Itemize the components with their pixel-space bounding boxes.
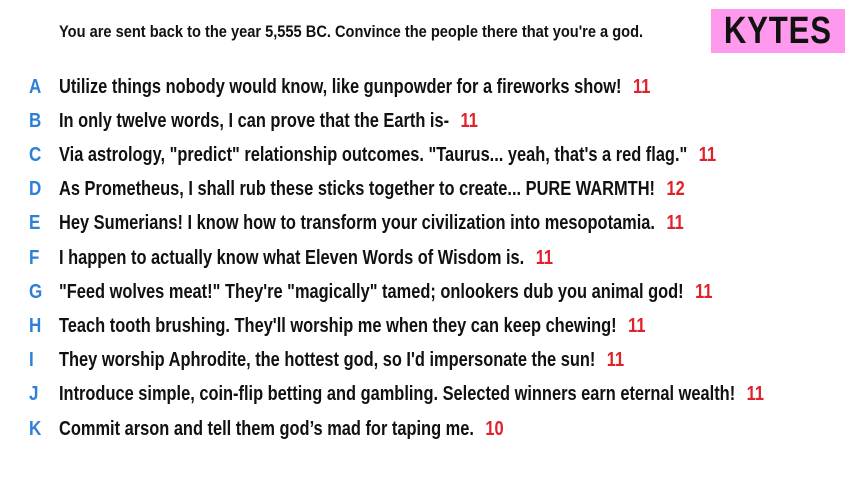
entry-letter: J — [29, 383, 39, 406]
entry-letter: E — [29, 212, 41, 235]
entry-text: Teach tooth brushing. They'll worship me… — [59, 314, 617, 337]
entry-score: 11 — [632, 75, 651, 98]
entry-text: Utilize things nobody would know, like g… — [59, 75, 622, 98]
entry-text: Via astrology, "predict" relationship ou… — [59, 143, 688, 166]
entry-letter: K — [29, 417, 42, 440]
entry-score: 11 — [535, 246, 554, 269]
entry-text: I happen to actually know what Eleven Wo… — [59, 246, 525, 269]
entry-score: 11 — [746, 383, 764, 406]
entry-score: 11 — [628, 314, 646, 337]
entry-letter: H — [29, 314, 42, 337]
entry-score: 12 — [666, 178, 685, 201]
prompt-text: You are sent back to the year 5,555 BC. … — [59, 22, 644, 41]
entry-text: "Feed wolves meat!" They're "magically" … — [59, 280, 684, 303]
brand-label: KYTES — [723, 9, 832, 52]
entry-text: They worship Aphrodite, the hottest god,… — [59, 349, 596, 372]
entry-letter: C — [29, 143, 42, 166]
entry-letter: F — [29, 246, 40, 269]
entry-score: 11 — [460, 109, 478, 132]
entry-text: In only twelve words, I can prove that t… — [59, 109, 450, 132]
entry-letter: D — [29, 178, 42, 201]
entry-text: Commit arson and tell them god’s mad for… — [59, 417, 474, 440]
entry-score: 11 — [606, 349, 625, 372]
entry-letter: B — [29, 109, 42, 132]
entry-score: 10 — [485, 417, 504, 440]
brand-logo: KYTES — [711, 9, 845, 53]
entry-letter: I — [29, 349, 34, 372]
entry-text: As Prometheus, I shall rub these sticks … — [59, 178, 655, 201]
entry-score: 11 — [695, 280, 713, 303]
entry-text: Hey Sumerians! I know how to transform y… — [59, 212, 655, 235]
entry-letter: A — [29, 75, 42, 98]
entry-score: 11 — [666, 212, 684, 235]
entry-score: 11 — [698, 143, 717, 166]
entry-text: Introduce simple, coin-flip betting and … — [59, 383, 736, 406]
entry-letter: G — [29, 280, 43, 303]
